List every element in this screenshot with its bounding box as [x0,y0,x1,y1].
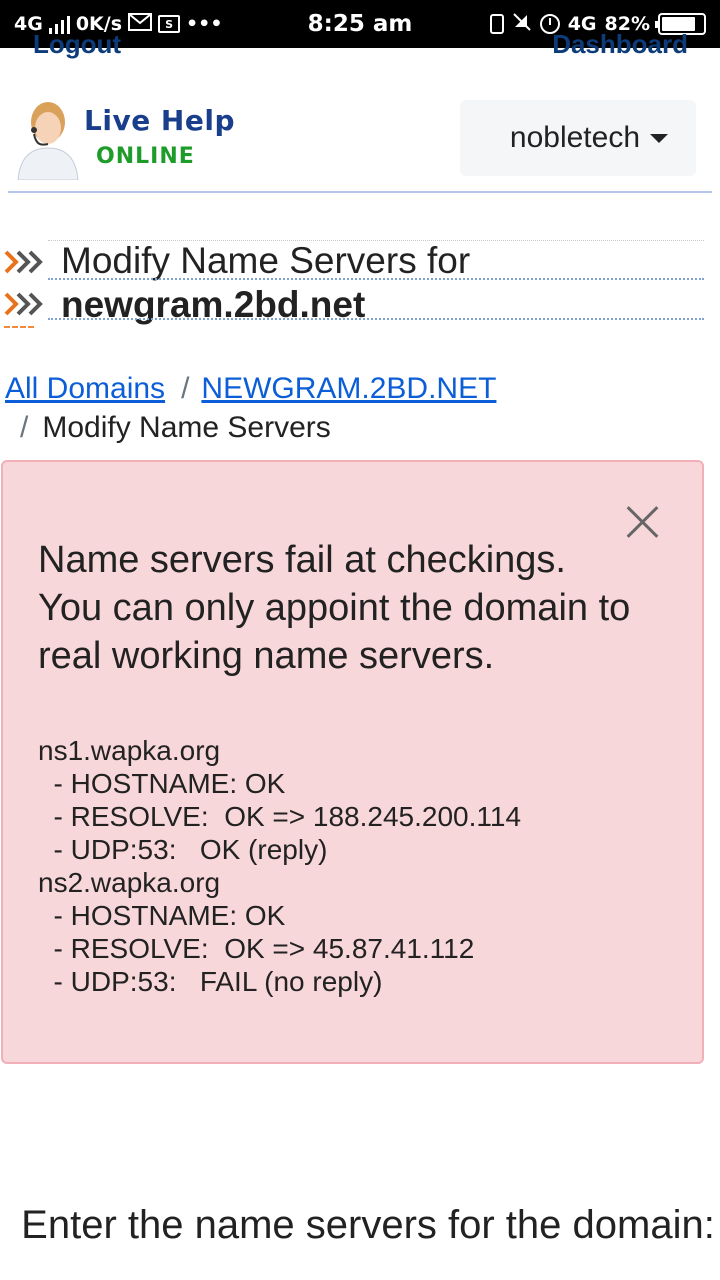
title-divider [48,278,704,280]
live-help-logo[interactable]: Live Help ONLINE [12,96,242,182]
form-heading: Enter the name servers for the domain: [21,1203,715,1247]
chevrons-right-icon [4,250,43,274]
username: nobletech [509,121,640,154]
breadcrumb: All Domains / NEWGRAM.2BD.NET [5,372,496,406]
logout-link[interactable]: Logout [33,30,121,60]
logo-text-live-help: Live Help [84,104,235,137]
breadcrumb-separator: / [20,411,29,444]
page-title-text: Modify Name Servers for [61,240,471,281]
breadcrumb-separator: / [181,372,190,405]
battery-fill [662,17,695,31]
breadcrumb-current-row: / Modify Name Servers [20,411,331,445]
header-divider [8,191,712,193]
caret-down-icon [650,133,668,143]
breadcrumb-domain[interactable]: NEWGRAM.2BD.NET [201,372,496,405]
error-alert: Name servers fail at checkings. You can … [1,460,704,1064]
breadcrumb-current: Modify Name Servers [42,411,331,444]
charging-icon [489,14,504,34]
title-divider [48,318,704,320]
support-agent-icon [17,102,79,180]
alert-details: ns1.wapka.org - HOSTNAME: OK - RESOLVE: … [38,735,522,997]
dashboard-link[interactable]: Dashboard [552,30,688,60]
title-accent [4,326,34,328]
user-menu-button[interactable]: nobletech [460,100,696,176]
alert-message: Name servers fail at checkings. You can … [38,539,631,677]
mute-icon [512,12,532,37]
close-icon[interactable] [624,504,660,540]
breadcrumb-all-domains[interactable]: All Domains [5,372,165,405]
chevrons-right-icon [4,292,43,316]
logo-text-online: ONLINE [96,144,195,169]
page-title: Modify Name Servers for newgram.2bd.net [0,238,704,330]
